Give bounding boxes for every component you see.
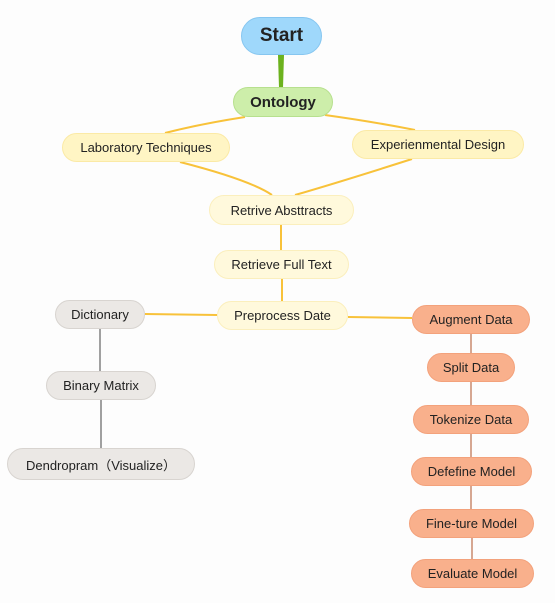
node-dictionary[interactable]: Dictionary bbox=[55, 300, 145, 329]
node-experimental-design[interactable]: Experienmental Design bbox=[352, 130, 524, 159]
node-binary-matrix[interactable]: Binary Matrix bbox=[46, 371, 156, 400]
node-evaluate-model[interactable]: Evaluate Model bbox=[411, 559, 534, 588]
node-split-data[interactable]: Split Data bbox=[427, 353, 515, 382]
edge-preprocess-augment bbox=[347, 316, 413, 319]
node-dendrogram[interactable]: Dendropram（Visualize） bbox=[7, 448, 195, 480]
node-retrieve-full-text[interactable]: Retrieve Full Text bbox=[214, 250, 349, 279]
node-tokenize-data[interactable]: Tokenize Data bbox=[413, 405, 529, 434]
edge-start-ontology bbox=[278, 55, 284, 88]
edge-ontology-exp bbox=[324, 114, 416, 131]
mind-map: Start Ontology Laboratory Techniques Exp… bbox=[0, 0, 555, 603]
node-start[interactable]: Start bbox=[241, 17, 322, 55]
node-finetune-model[interactable]: Fine-ture Model bbox=[409, 509, 534, 538]
node-retrieve-abstracts[interactable]: Retrive Absttracts bbox=[209, 195, 354, 225]
edge-preprocess-dictionary bbox=[144, 313, 218, 316]
edge-exp-abstracts bbox=[294, 158, 413, 196]
node-preprocess-date[interactable]: Preprocess Date bbox=[217, 301, 348, 330]
node-laboratory-techniques[interactable]: Laboratory Techniques bbox=[62, 133, 230, 162]
node-define-model[interactable]: Defefine Model bbox=[411, 457, 532, 486]
edge-lab-abstracts bbox=[179, 161, 273, 196]
node-ontology[interactable]: Ontology bbox=[233, 87, 333, 117]
edge-ontology-lab bbox=[164, 116, 246, 134]
node-augment-data[interactable]: Augment Data bbox=[412, 305, 530, 334]
